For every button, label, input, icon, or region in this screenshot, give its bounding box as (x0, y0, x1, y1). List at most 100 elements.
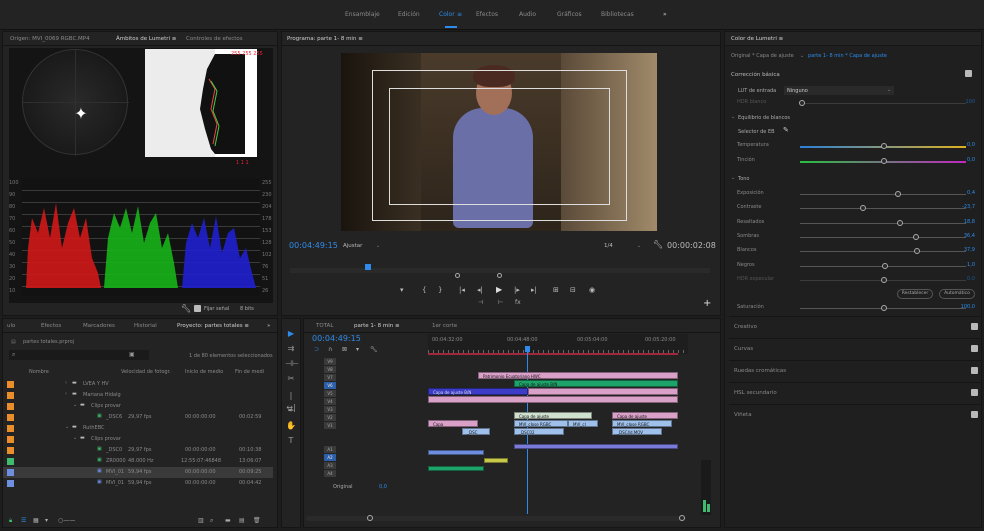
tab-program[interactable]: Programa: parte 1- 8 min ≡ (287, 36, 363, 42)
workspace-graficos[interactable]: Gráficos (557, 11, 582, 18)
fx-icon[interactable]: fx (515, 299, 521, 306)
play-icon[interactable]: ▶ (496, 285, 502, 294)
quality-select[interactable]: 1/4 (604, 243, 613, 249)
snap-icon[interactable]: ⊃ (314, 346, 319, 353)
tab-markers[interactable]: Marcadores (83, 323, 115, 329)
hdr-white-value[interactable]: 100 (965, 99, 975, 105)
workspace-bibliotecas[interactable]: Bibliotecas (601, 11, 634, 18)
contrast-slider[interactable] (860, 205, 866, 211)
wb-chevron-icon[interactable]: ⌄ (731, 114, 735, 120)
clip-mvi[interactable]: MVI_close RGBC (514, 420, 568, 427)
section-curves[interactable]: Curvas (729, 338, 982, 360)
contrast-value[interactable]: -23,7 (962, 204, 975, 210)
vignette-checkbox[interactable] (971, 411, 978, 418)
hdr-specular-slider[interactable] (881, 277, 887, 283)
shadows-value[interactable]: 36,4 (964, 233, 975, 239)
extract-icon[interactable]: ⊢ (498, 299, 503, 306)
quality-chevron-down-icon[interactable]: ⌄ (637, 243, 641, 249)
new-bin-footer-icon[interactable]: ▬ (225, 517, 231, 524)
tab-effects[interactable]: Efectos (41, 323, 61, 329)
step-forward-icon[interactable]: |▸ (514, 286, 520, 294)
timeline-ruler[interactable]: 00:04:32:00 00:04:48:00 00:05:04:00 00:0… (428, 334, 688, 354)
section-creative[interactable]: Creativo (729, 316, 982, 338)
export-frame-icon[interactable]: ◉ (589, 286, 595, 294)
list-item[interactable]: ⌄ ▬ Clips provar (3, 434, 273, 445)
tint-value[interactable]: 0,0 (967, 157, 975, 163)
overwrite-icon[interactable]: ⊟ (570, 286, 576, 294)
zoom-handle-left[interactable] (455, 273, 460, 278)
clamp-checkbox[interactable] (194, 305, 201, 312)
list-item[interactable]: ⌄ ▬ Clips provar (3, 401, 273, 412)
workspace-color[interactable]: Color (439, 11, 455, 18)
temperature-slider[interactable] (881, 143, 887, 149)
lut-select[interactable]: Ninguno ⌄ (784, 86, 894, 95)
new-item-icon[interactable]: ▤ (239, 517, 245, 524)
lumetri-path-chevron-icon[interactable]: ⌄ (800, 53, 804, 59)
slip-tool-icon[interactable]: |↔| (285, 390, 297, 412)
list-item[interactable]: ▣ ZR0000 48.000 Hz 12:55:07:46848 13:06:… (3, 456, 273, 467)
list-item[interactable]: ▣ _DSC6 29,97 fps 00:00:00:00 00:02:59 (3, 412, 273, 423)
nest-icon[interactable]: ⊠ (342, 346, 347, 353)
go-to-out-icon[interactable]: ▸| (531, 286, 537, 294)
tint-slider[interactable] (881, 158, 887, 164)
col-fps[interactable]: Velocidad de fotogr. (121, 369, 171, 375)
saturation-slider[interactable] (881, 305, 887, 311)
selection-tool-icon[interactable]: ▶ (285, 328, 297, 340)
eyedropper-icon[interactable]: ✎ (783, 126, 789, 134)
highlights-value[interactable]: 18,8 (964, 219, 975, 225)
ripple-edit-tool-icon[interactable]: ⊣⊢ (285, 358, 299, 370)
audio-clip-a1-b[interactable] (514, 444, 678, 449)
saturation-value[interactable]: 100,0 (961, 304, 975, 310)
clip-mvi-3[interactable]: MVI_close RGBC (612, 420, 672, 427)
bits-select[interactable]: 8 bits (240, 306, 254, 312)
list-item-selected[interactable]: ▣ MVI_01 59,94 fps 00:00:00:00 00:09:25 (3, 467, 273, 478)
hdr-specular-value[interactable]: 0,0 (967, 276, 975, 282)
hsl-checkbox[interactable] (971, 389, 978, 396)
section-color-wheels[interactable]: Ruedas cromáticas (729, 360, 982, 382)
clip-dsc-3[interactable]: _DSC4d.MOV (612, 428, 662, 435)
timeline-timecode[interactable]: 00:04:49:15 (312, 334, 361, 343)
zoom-slider[interactable]: ○—— (58, 517, 75, 524)
section-hsl-secondary[interactable]: HSL secundario (729, 382, 982, 404)
type-tool-icon[interactable]: T (285, 435, 297, 447)
workspace-efectos[interactable]: Efectos (476, 11, 498, 18)
mark-in-icon[interactable]: { (422, 286, 426, 294)
tab-effect-controls[interactable]: Controles de efectos (186, 36, 243, 42)
shadows-slider[interactable] (913, 234, 919, 240)
workspace-menu-icon[interactable]: ≡ (457, 11, 462, 18)
lift-icon[interactable]: ⊣ (478, 299, 483, 306)
timeline-horizontal-scrollbar[interactable] (306, 516, 686, 521)
workspace-ensamblaje[interactable]: Ensamblaje (345, 11, 380, 18)
list-view-icon[interactable]: ☰ (21, 517, 26, 524)
tab-sequence[interactable]: parte 1- 8 min ≡ (354, 323, 400, 329)
new-bin-icon[interactable]: ▣ (129, 351, 135, 358)
creative-checkbox[interactable] (971, 323, 978, 330)
scrollbar-handle-right[interactable] (679, 515, 685, 521)
mark-out-icon[interactable]: } (438, 286, 442, 294)
clip-dsc[interactable]: _DSC (462, 428, 490, 435)
tab-project[interactable]: Proyecto: partes totales ≡ (177, 323, 249, 329)
lumetri-clip-path[interactable]: Original * Capa de ajuste (731, 53, 794, 59)
program-playhead[interactable] (365, 264, 371, 270)
wrench-icon[interactable]: 🔧︎ (181, 304, 191, 313)
find-icon[interactable]: ⌕ (210, 517, 213, 525)
col-end[interactable]: Fin de medi (235, 369, 264, 375)
clip-patrimonio[interactable]: Patrimonio Ecuatoriano HWC (478, 372, 678, 379)
lock-icon[interactable]: 🔒︎ (9, 517, 12, 525)
clip-capa-bn-2[interactable]: Capa de ajuste B/N (428, 388, 528, 395)
tone-chevron-icon[interactable]: ⌄ (731, 175, 735, 181)
list-item[interactable]: › ▬ LVEA Y HV (3, 379, 273, 390)
clip-capa-short[interactable]: Capa (428, 420, 478, 427)
lumetri-seq-path[interactable]: parte 1- 8 min * Capa de ajuste (808, 53, 887, 59)
tab-first-cut[interactable]: 1er corte (432, 323, 457, 329)
original-value[interactable]: 0,0 (379, 484, 387, 490)
add-marker-icon[interactable]: ▾ (400, 286, 404, 294)
project-search-input[interactable]: ⌕ (9, 350, 149, 360)
add-button-icon[interactable]: + (703, 298, 711, 309)
step-back-icon[interactable]: ◂| (477, 286, 483, 294)
blacks-slider[interactable] (882, 263, 888, 269)
col-in[interactable]: Inicio de medio (185, 369, 223, 375)
insert-icon[interactable]: ⊞ (553, 286, 559, 294)
section-basic-correction[interactable]: Corrección básica (731, 72, 780, 78)
linked-selection-icon[interactable]: ∩ (328, 346, 332, 353)
